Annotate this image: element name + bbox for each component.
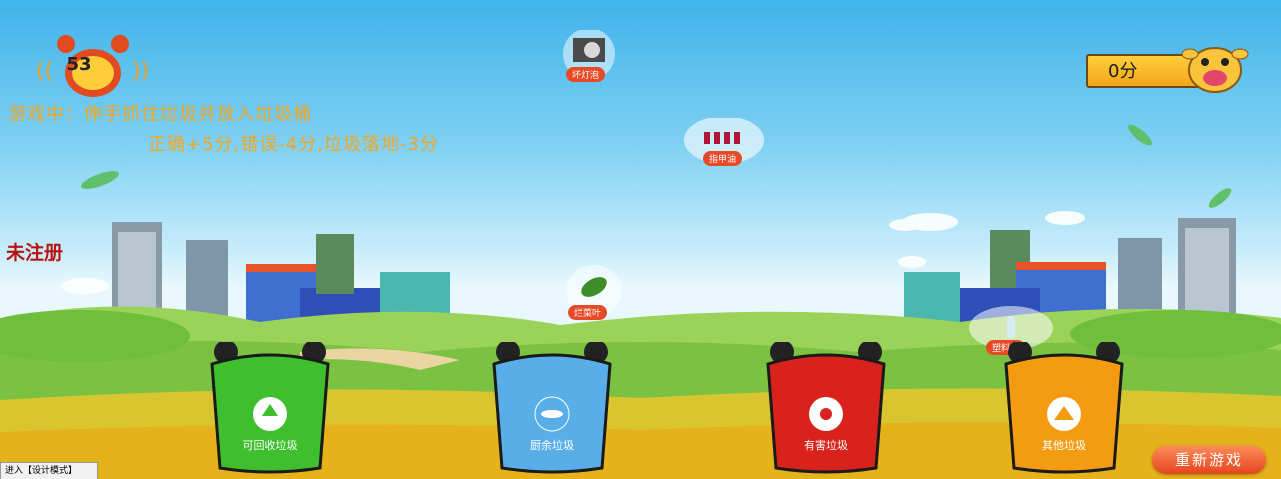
- svg-text:)): )): [132, 59, 149, 84]
- restart-button[interactable]: 重新游戏: [1152, 446, 1266, 474]
- falling-item-nail-polish[interactable]: 指甲油: [678, 116, 770, 170]
- unregistered-label: 未注册: [6, 242, 64, 264]
- bin-hazardous[interactable]: 有害垃圾: [756, 340, 896, 474]
- bin-recyclable-body: [210, 340, 330, 474]
- instruction-line-1: 游戏中：伸手抓住垃圾并放入垃圾桶: [8, 104, 312, 125]
- bin-label: 其他垃圾: [1042, 439, 1086, 452]
- timer-value: 53: [66, 54, 92, 75]
- falling-item-broken-bulb[interactable]: 坏灯泡: [556, 28, 622, 86]
- falling-item-rotten-leaf[interactable]: 烂菜叶: [562, 265, 628, 323]
- item-label: 指甲油: [703, 151, 743, 166]
- bin-other-body: [1004, 340, 1124, 474]
- bin-label: 厨余垃圾: [530, 439, 574, 452]
- cow-mascot-icon: [1181, 47, 1249, 93]
- svg-text:((: ((: [36, 59, 53, 84]
- instruction-line-2: 正确+5分,错误-4分,垃圾落地-3分: [148, 134, 439, 155]
- bin-recyclable[interactable]: 可回收垃圾: [200, 340, 340, 474]
- bin-hazardous-body: [766, 340, 886, 474]
- score-value: 0分: [1108, 61, 1138, 82]
- bin-other[interactable]: 其他垃圾: [994, 340, 1134, 474]
- fish-icon: [541, 410, 563, 418]
- radiation-icon: [820, 408, 832, 420]
- item-label: 坏灯泡: [566, 67, 606, 82]
- bin-kitchen[interactable]: 厨余垃圾: [482, 340, 622, 474]
- bin-label: 可回收垃圾: [242, 439, 298, 452]
- design-mode-button[interactable]: 进入【设计模式】: [0, 462, 98, 479]
- bin-kitchen-body: [492, 340, 612, 474]
- item-label: 烂菜叶: [568, 305, 608, 320]
- bin-label: 有害垃圾: [804, 439, 848, 452]
- game-scene: (( )) 53 游戏中：伸手抓住垃圾并放入垃圾桶 正确+5分,错误-4分,垃圾…: [0, 0, 1281, 479]
